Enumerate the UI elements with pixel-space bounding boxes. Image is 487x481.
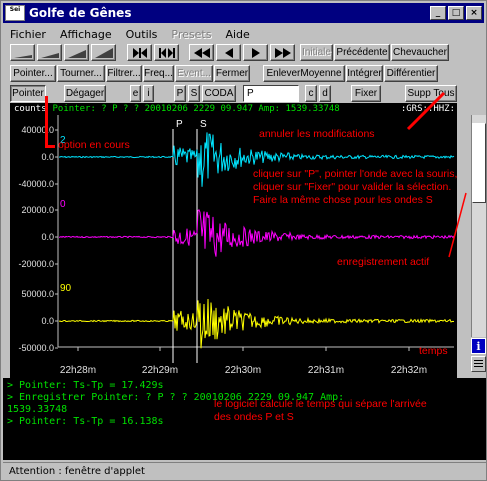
x-tick-label: 22h31m: [308, 365, 344, 376]
counts-label: counts: [14, 104, 47, 114]
compression-button[interactable]: c: [305, 85, 317, 102]
pointer-menu-button[interactable]: Pointer...: [10, 65, 56, 82]
annotation-logiciel: le logiciel calcule le temps qui sépare …: [214, 398, 427, 423]
amp-scale-3-button[interactable]: [64, 44, 89, 61]
event-button[interactable]: Event...: [175, 65, 213, 82]
integrer-button[interactable]: Intégrer: [346, 65, 383, 82]
rewind-icon: [193, 47, 210, 58]
menu-affichage[interactable]: Affichage: [53, 28, 119, 41]
y-tick-label: 50000.0: [21, 289, 54, 299]
zoom-out-icon: [158, 47, 175, 58]
step-back-button[interactable]: [216, 44, 241, 61]
y-tick-label: 0.0: [41, 152, 54, 162]
trace-label: 90: [60, 283, 72, 294]
fast-forward-button[interactable]: [270, 44, 295, 61]
seismogram-trace: [58, 298, 455, 349]
close-button[interactable]: ×: [466, 6, 482, 20]
applet-window: Sei Golfe de Gênes _ □ × Fichier Afficha…: [0, 0, 487, 481]
rewind-button[interactable]: [189, 44, 214, 61]
seismogram-svg[interactable]: 40000.0 0.0 -40000.0 20000.0 0.0 -20000.0 5000…: [10, 115, 457, 378]
ramp-icon: [13, 54, 32, 58]
s-wave-button[interactable]: S: [188, 85, 200, 102]
annotation-arrow: [448, 192, 467, 258]
menu-aide[interactable]: Aide: [218, 28, 256, 41]
trace-label: 0: [60, 199, 66, 210]
vertical-scrollbar[interactable]: [471, 115, 486, 337]
impulsive-button[interactable]: i: [143, 85, 154, 102]
phase-input[interactable]: [243, 85, 299, 102]
menu-bar: Fichier Affichage Outils Presets Aide: [3, 25, 484, 43]
zoom-out-button[interactable]: [154, 44, 179, 61]
y-tick-label: 40000.0: [21, 125, 54, 135]
y-tick-label: -40000.0: [18, 179, 54, 189]
annotation-pointer-line: [45, 96, 48, 146]
fixer-button[interactable]: Fixer: [351, 85, 381, 102]
fast-forward-icon: [274, 47, 291, 58]
list-icon[interactable]: [471, 356, 486, 372]
y-tick-label: 20000.0: [21, 205, 54, 215]
ramp-icon: [94, 47, 113, 58]
scrollbar-thumb[interactable]: [472, 123, 486, 203]
annotation-instructions: cliquer sur "P", pointer l'onde avec la …: [253, 168, 458, 206]
y-tick-label: -20000.0: [18, 259, 54, 269]
title-bar[interactable]: Sei Golfe de Gênes _ □ ×: [3, 3, 484, 23]
degager-button[interactable]: Dégager: [64, 85, 106, 102]
tourner-button[interactable]: Tourner...: [57, 65, 105, 82]
emergent-button[interactable]: e: [130, 85, 141, 102]
coda-button[interactable]: CODA: [202, 85, 236, 102]
x-tick-label: 22h30m: [225, 365, 261, 376]
amp-scale-4-button[interactable]: [91, 44, 116, 61]
maximize-button[interactable]: □: [448, 6, 464, 20]
console-line: > Pointer: Ts-Tp = 17.429s: [7, 380, 164, 391]
p-wave-button[interactable]: P: [174, 85, 186, 102]
s-phase-label: S: [200, 119, 207, 130]
dilatation-button[interactable]: d: [319, 85, 331, 102]
zoom-in-button[interactable]: [127, 44, 152, 61]
minimize-button[interactable]: _: [430, 6, 446, 20]
freq-button[interactable]: Freq...: [143, 65, 174, 82]
chevaucher-button[interactable]: Chevaucher: [391, 44, 449, 61]
ramp-icon: [40, 52, 59, 58]
info-icon[interactable]: i: [471, 338, 486, 354]
annotation-annuler: annuler les modifications: [259, 128, 375, 140]
step-back-icon: [224, 47, 233, 58]
x-tick-label: 22h28m: [60, 365, 96, 376]
fermer-button[interactable]: Fermer: [214, 65, 250, 82]
pick-readout: Pointer: ? P ? ? 20010206 2229 09.947 Am…: [52, 104, 340, 114]
amp-scale-2-button[interactable]: [37, 44, 62, 61]
y-tick-label: -50000.0: [18, 343, 54, 353]
zoom-in-icon: [132, 47, 147, 58]
y-tick-label: 0.0: [41, 316, 54, 326]
ramp-icon: [67, 49, 86, 58]
x-tick-label: 22h32m: [391, 365, 427, 376]
annotation-option: option en cours: [58, 139, 130, 151]
x-tick-label: 22h29m: [142, 365, 178, 376]
annotation-pointer-line: [45, 145, 55, 148]
y-tick-label: 0.0: [41, 232, 54, 242]
app-icon: Sei: [5, 5, 25, 21]
enlever-moyenne-button[interactable]: EnleverMoyenne: [263, 65, 345, 82]
menu-presets[interactable]: Presets: [164, 28, 218, 41]
p-phase-label: P: [176, 119, 183, 130]
seismogram-plot[interactable]: 40000.0 0.0 -40000.0 20000.0 0.0 -20000.0 5000…: [10, 115, 457, 378]
annotation-enregistrement: enregistrement actif: [337, 256, 430, 268]
step-forward-button[interactable]: [243, 44, 268, 61]
seismogram-trace: [58, 209, 455, 257]
step-forward-icon: [251, 47, 260, 58]
precedente-button[interactable]: Précédente: [334, 44, 390, 61]
amp-scale-1-button[interactable]: [10, 44, 35, 61]
annotation-arrow: [406, 91, 446, 131]
window-title: Golfe de Gênes: [29, 6, 132, 20]
pick-info-line: counts Pointer: ? P ? ? 20010206 2229 09…: [10, 103, 457, 115]
menu-fichier[interactable]: Fichier: [3, 28, 53, 41]
initiale-button[interactable]: Initiale: [300, 44, 333, 61]
differentier-button[interactable]: Différentier: [384, 65, 438, 82]
pointer-tool-button[interactable]: Pointer: [10, 85, 46, 102]
filtrer-button[interactable]: Filtrer...: [106, 65, 142, 82]
menu-outils[interactable]: Outils: [119, 28, 165, 41]
status-bar: Attention : fenêtre d'applet: [3, 462, 486, 480]
annotation-temps: temps: [419, 345, 448, 357]
